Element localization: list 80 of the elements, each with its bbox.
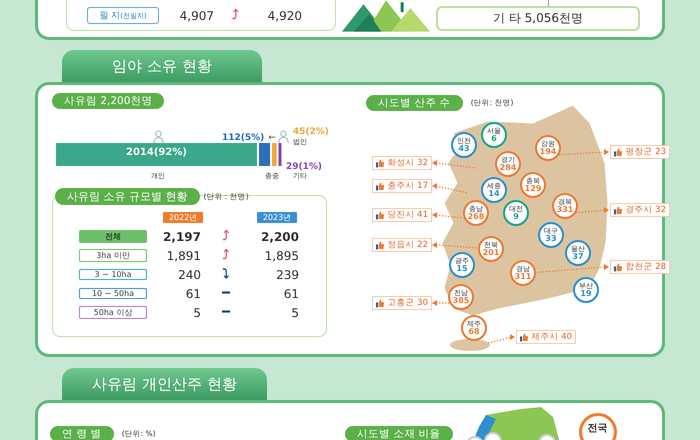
callout-text: 경주시 32: [625, 204, 666, 216]
trend-arrow: ⤴: [222, 249, 230, 262]
pin-value: 385: [452, 296, 470, 304]
pin-value: 194: [540, 148, 556, 156]
thumbs-up-icon: [614, 262, 622, 272]
section-pill: 연 령 별: [50, 426, 114, 440]
thumbs-up-icon: [376, 298, 384, 308]
callout-text: 평창군 23: [625, 146, 666, 158]
value-2022: 5: [192, 306, 201, 320]
section-pill: 시도별 산주 수: [366, 95, 463, 111]
arrow-symbol: ←: [268, 133, 276, 143]
value-2022: 61: [184, 286, 201, 300]
thumbs-up-icon: [376, 210, 384, 220]
thumbs-up-icon: [376, 182, 384, 190]
row-label: 3ha 미만: [79, 249, 147, 262]
value-2023: 239: [275, 268, 299, 282]
callout-text: 고흥군 30: [387, 297, 428, 309]
value-2022: 2,197: [162, 230, 201, 244]
thumbs-up-icon: [376, 158, 384, 168]
pin-value: 19: [580, 290, 592, 298]
value-2022: 1,891: [166, 248, 201, 262]
section-pill: 사유림 소유 규모별 현황: [55, 188, 200, 205]
row-label: 50ha 이상: [79, 306, 147, 319]
value-2023: 2,200: [260, 230, 299, 244]
leader-line: [432, 183, 468, 194]
pin-value: 68: [468, 328, 480, 336]
callout-text: 제주시 40: [531, 331, 572, 343]
thumbs-up-icon: [520, 332, 528, 342]
trend-arrow: ⤴: [232, 9, 239, 22]
value-2022: 240: [177, 268, 201, 282]
thumbs-up-icon: [614, 206, 622, 214]
island-drawing: [450, 339, 490, 351]
pin-value: 284: [500, 164, 516, 172]
pin-value: 6: [491, 134, 497, 142]
thumbs-up-icon: [376, 240, 384, 250]
thumbs-up-icon: [614, 148, 622, 156]
pin-value: 311: [514, 272, 532, 280]
person-icon: [278, 130, 289, 143]
pin-value: 37: [572, 252, 584, 260]
row-label: 3 ~ 10ha: [79, 269, 147, 280]
value-2023: 4,920: [266, 8, 302, 22]
segment-value: 112(5%): [222, 133, 264, 143]
row-label: 전체: [79, 230, 147, 243]
pin-value: 43: [458, 144, 470, 152]
leader-line: [432, 242, 478, 248]
pin-value: 268: [468, 212, 484, 220]
leader-line: [488, 334, 515, 344]
callout-text: 화성시 32: [387, 157, 428, 169]
year-badge: 2022년: [163, 212, 203, 222]
pin-value: 14: [488, 190, 500, 198]
trend-arrow: ⤵: [222, 268, 230, 281]
callout-text: 정읍시 22: [387, 239, 428, 251]
value-2023: 61: [282, 286, 299, 300]
trend-arrow: ⤴: [222, 230, 230, 243]
segment-value: 2014(92%): [126, 147, 187, 158]
value-2023: 5: [290, 306, 299, 320]
value-2022: 4,907: [178, 8, 214, 22]
national-badge: 전국: [578, 413, 617, 440]
pin-value: 15: [456, 264, 468, 272]
year-badge: 2023년: [257, 212, 297, 222]
trend-arrow: ━: [222, 287, 230, 300]
leader-line: [432, 160, 476, 168]
pin-value: 9: [513, 212, 519, 220]
other-total-label: 기 타 5,056천명: [436, 6, 640, 31]
pin-value: 129: [524, 184, 542, 192]
callout-text: 당진시 41: [387, 209, 428, 221]
person-icon: [153, 130, 164, 143]
leader-line: [432, 212, 464, 218]
row-label: 10 ~ 50ha: [79, 288, 147, 299]
pin-value: 201: [482, 248, 500, 256]
segment-value: 29(1%): [286, 162, 322, 172]
segment-value: 45(2%): [292, 127, 329, 137]
pin-value: 331: [556, 206, 574, 214]
trend-arrow: ━: [222, 306, 230, 319]
value-2023: 1,895: [264, 248, 299, 262]
callout-text: 합천군 28: [625, 261, 666, 273]
callout-text: 충주시 17: [387, 180, 428, 192]
section-pill: 시도별 소재 비율: [345, 426, 453, 440]
pin-value: 33: [545, 234, 557, 242]
section-pill: 사유림 2,200천명: [52, 93, 164, 109]
